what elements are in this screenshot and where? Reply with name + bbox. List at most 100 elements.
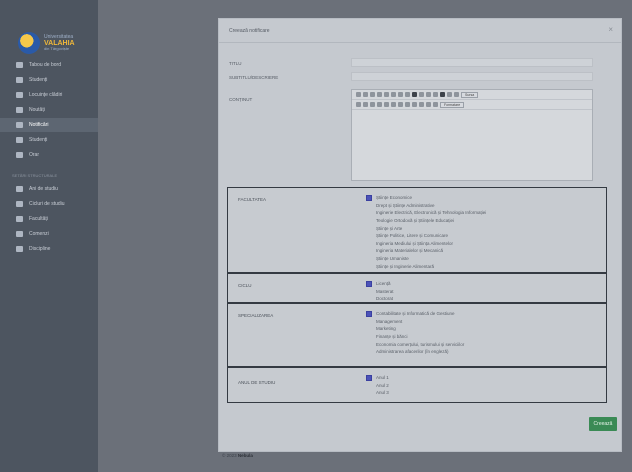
sidebar-item[interactable]: Orar [0, 148, 98, 162]
sidebar-item-label: Cicluri de studiu [29, 201, 65, 207]
format-dropdown[interactable]: Formatare [440, 101, 465, 108]
option-item[interactable]: Inginerie Electrică, Electronică și Tehn… [366, 209, 486, 217]
option-item[interactable]: Științe Umaniste [366, 255, 486, 263]
remove-format-icon[interactable] [377, 102, 382, 107]
table-icon[interactable] [447, 92, 452, 97]
option-item[interactable]: Drept și Științe Administrative [366, 202, 486, 210]
checkbox[interactable] [366, 248, 372, 254]
checkbox[interactable] [366, 318, 372, 324]
fullscreen-icon[interactable] [454, 92, 459, 97]
option-item[interactable]: Științe și Inginerie Alimentară [366, 262, 486, 270]
sidebar-item[interactable]: Locuințe clădiri [0, 88, 98, 102]
option-item[interactable]: Ingineria Mediului și Știința Alimentelo… [366, 240, 486, 248]
checkbox[interactable] [366, 233, 372, 239]
sidebar-item[interactable]: Notificări [0, 118, 98, 132]
checkbox[interactable] [366, 382, 372, 388]
checkbox[interactable] [366, 202, 372, 208]
indent-icon[interactable] [405, 102, 410, 107]
bulleted-list-icon[interactable] [391, 102, 396, 107]
sidebar-item[interactable]: Studenți [0, 73, 98, 87]
option-item[interactable]: Contabilitate și Informatică de Gestiune [366, 310, 464, 318]
sidebar-item[interactable]: Cicluri de studiu [0, 197, 98, 211]
copy-icon[interactable] [377, 92, 382, 97]
option-label: Drept și Științe Administrative [376, 202, 435, 208]
checkbox[interactable] [366, 210, 372, 216]
subtitle-input[interactable] [351, 72, 593, 81]
option-item[interactable]: Științe Economice [366, 194, 486, 202]
sidebar-item[interactable]: Facultăți [0, 212, 98, 226]
checkbox[interactable] [366, 334, 372, 340]
checkbox[interactable] [366, 390, 372, 396]
option-item[interactable]: Științe și Arte [366, 224, 486, 232]
undo-icon[interactable] [391, 92, 396, 97]
image-icon[interactable] [440, 92, 445, 97]
option-label: Anul 1 [376, 375, 389, 381]
numbered-list-icon[interactable] [384, 102, 389, 107]
option-item[interactable]: Masterat [366, 288, 394, 296]
checkbox[interactable] [366, 263, 372, 269]
strikethrough-icon[interactable] [370, 102, 375, 107]
option-item[interactable]: Anul 3 [366, 389, 389, 397]
unlink-icon[interactable] [426, 92, 431, 97]
link-icon[interactable] [419, 92, 424, 97]
align-icon[interactable] [419, 102, 424, 107]
checkbox[interactable] [366, 225, 372, 231]
title-label: TITLU [229, 61, 242, 66]
option-item[interactable]: Doctorat [366, 295, 394, 303]
styles-icon[interactable] [426, 102, 431, 107]
preview-icon[interactable] [363, 92, 368, 97]
option-item[interactable]: Teologie Ortodoxă și Științele Educației [366, 217, 486, 225]
create-button[interactable]: Creează [589, 417, 617, 431]
cut-icon[interactable] [370, 92, 375, 97]
sidebar-item[interactable]: Tabou de bord [0, 58, 98, 72]
checkbox[interactable] [366, 280, 372, 287]
bold-icon[interactable] [356, 102, 361, 107]
anchor-icon[interactable] [433, 92, 438, 97]
university-logo[interactable]: Universitatea VALAHIA din Târgoviște [0, 0, 98, 58]
editor-content-area[interactable] [352, 110, 592, 180]
option-item[interactable]: Management [366, 318, 464, 326]
option-item[interactable]: Economia comerțului, turismului și servi… [366, 340, 464, 348]
building-icon [16, 92, 23, 98]
sidebar-item-label: Locuințe clădiri [29, 92, 63, 98]
option-item[interactable]: Anul 2 [366, 382, 389, 390]
footer-brand: Nebula [237, 453, 253, 458]
checkbox[interactable] [366, 326, 372, 332]
option-item[interactable]: Anul 1 [366, 374, 389, 382]
italic-icon[interactable] [363, 102, 368, 107]
redo-icon[interactable] [398, 92, 403, 97]
checkbox[interactable] [366, 310, 372, 317]
special-char-icon[interactable] [433, 102, 438, 107]
sidebar-item[interactable]: Studenți [0, 133, 98, 147]
option-item[interactable]: Ingineria Materialelor și Mecanică [366, 247, 486, 255]
option-item[interactable]: Științe Politice, Litere și Comunicare [366, 232, 486, 240]
find-icon[interactable] [405, 92, 410, 97]
checkbox[interactable] [366, 194, 372, 201]
specialization-group: SPECIALIZAREA Contabilitate și Informati… [227, 303, 607, 367]
option-item[interactable]: Finanțe și bănci [366, 333, 464, 341]
checkbox[interactable] [366, 349, 372, 355]
checkbox[interactable] [366, 341, 372, 347]
option-item[interactable]: Administrarea afacerilor (în engleză) [366, 348, 464, 356]
option-item[interactable]: Marketing [366, 325, 464, 333]
option-label: Teologie Ortodoxă și Științele Educației [376, 218, 455, 224]
title-input[interactable] [351, 58, 593, 67]
source-button[interactable]: Sursa [461, 91, 479, 98]
sidebar-item[interactable]: Discipline [0, 242, 98, 256]
checkbox[interactable] [366, 374, 372, 381]
sidebar-item[interactable]: Comenzi [0, 227, 98, 241]
sidebar-item[interactable]: Ani de studiu [0, 182, 98, 196]
outdent-icon[interactable] [398, 102, 403, 107]
blockquote-icon[interactable] [412, 102, 417, 107]
close-icon[interactable]: × [608, 25, 613, 34]
paste-icon[interactable] [384, 92, 389, 97]
checkbox[interactable] [366, 240, 372, 246]
checkbox[interactable] [366, 256, 372, 262]
source-icon[interactable] [356, 92, 361, 97]
checkbox[interactable] [366, 218, 372, 224]
select-all-icon[interactable] [412, 92, 417, 97]
sidebar-item[interactable]: Noutăți [0, 103, 98, 117]
checkbox[interactable] [366, 288, 372, 294]
checkbox[interactable] [366, 296, 372, 302]
option-item[interactable]: Licență [366, 280, 394, 288]
